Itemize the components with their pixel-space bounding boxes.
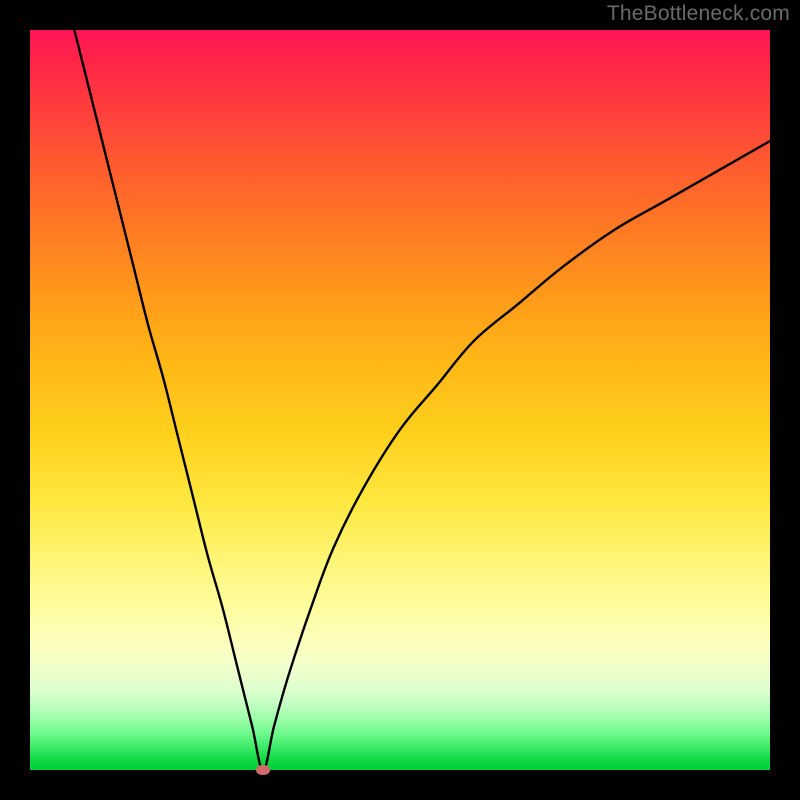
bottleneck-curve (74, 30, 770, 770)
optimal-point-marker (256, 765, 270, 775)
chart-frame: TheBottleneck.com (0, 0, 800, 800)
watermark-text: TheBottleneck.com (607, 2, 790, 26)
curve-svg (30, 30, 770, 770)
plot-area (30, 30, 770, 770)
